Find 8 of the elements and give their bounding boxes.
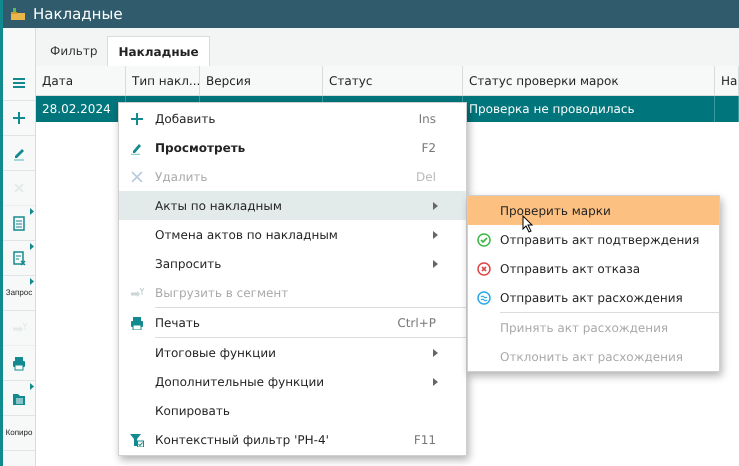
shortcut-label: F11 [414,432,436,448]
shortcut-label: F2 [421,140,436,156]
shortcut-label: Ins [418,110,436,128]
table-cell-text: Проверка не проводилась [469,101,635,118]
shortcut-label: Del [416,168,436,186]
table-cell-text: 28.02.2024 [42,101,111,118]
window-title: Накладные [33,4,123,25]
shortcut-label: Ctrl+P [397,314,436,332]
